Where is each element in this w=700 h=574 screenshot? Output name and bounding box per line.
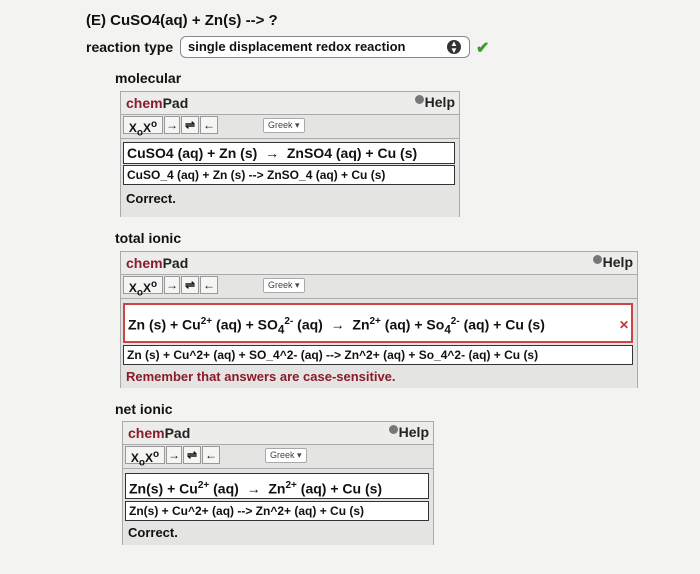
select-arrows-icon: ▲ ▼	[447, 40, 461, 55]
help-icon	[388, 425, 398, 434]
status-message: Correct.	[126, 191, 176, 206]
help-button[interactable]: Help	[414, 94, 455, 110]
chempad-title: chemPad	[128, 425, 191, 441]
equation-input[interactable]: Zn(s) + Cu2+ (aq) → Zn2+ (aq) + Cu (s)	[125, 473, 429, 499]
arrow-button[interactable]: →	[166, 446, 182, 464]
equilibrium-button[interactable]: ⇌	[183, 446, 201, 464]
back-arrow-button[interactable]: ←	[200, 276, 218, 294]
equation-text: CuSO_4 (aq) + Zn (s) --> ZnSO_4 (aq) + C…	[123, 165, 455, 185]
help-icon	[414, 95, 424, 104]
subsup-button[interactable]: XoXo	[123, 276, 163, 298]
equation-input[interactable]: CuSO4 (aq) + Zn (s) → ZnSO4 (aq) + Cu (s…	[123, 142, 455, 164]
chempad-total-ionic: chemPad Help XoXo → ⇌ ← Greek ▾ Zn (s) +…	[120, 251, 638, 388]
chempad-header: chemPad Help	[123, 422, 433, 445]
reaction-type-label: reaction type	[86, 39, 174, 55]
back-arrow-button[interactable]: ←	[202, 446, 220, 464]
molecular-label: molecular	[115, 70, 182, 86]
chempad-area: Zn (s) + Cu2+ (aq) + SO42- (aq) → Zn2+ (…	[121, 298, 637, 388]
subsup-button[interactable]: XoXo	[125, 446, 165, 468]
chempad-area: Zn(s) + Cu2+ (aq) → Zn2+ (aq) + Cu (s) Z…	[123, 468, 433, 545]
chempad-title: chemPad	[126, 255, 189, 271]
reaction-type-value: single displacement redox reaction	[188, 39, 406, 54]
chempad-molecular: chemPad Help XoXo → ⇌ ← Greek ▾ CuSO4 (a…	[120, 91, 460, 217]
status-message: Correct.	[128, 525, 178, 540]
arrow-button[interactable]: →	[164, 116, 180, 134]
equation-input[interactable]: Zn (s) + Cu2+ (aq) + SO42- (aq) → Zn2+ (…	[123, 303, 633, 343]
chempad-toolbar: XoXo → ⇌ ← Greek ▾	[125, 446, 431, 468]
greek-dropdown[interactable]: Greek ▾	[265, 448, 307, 463]
equation-text: Zn (s) + Cu^2+ (aq) + SO_4^2- (aq) --> Z…	[123, 345, 633, 365]
chempad-net-ionic: chemPad Help XoXo → ⇌ ← Greek ▾ Zn(s) + …	[122, 421, 434, 545]
chempad-header: chemPad Help	[121, 92, 459, 115]
chempad-area: CuSO4 (aq) + Zn (s) → ZnSO4 (aq) + Cu (s…	[121, 138, 459, 217]
check-icon: ✔	[476, 40, 490, 57]
net-ionic-label: net ionic	[115, 401, 173, 417]
help-button[interactable]: Help	[388, 424, 429, 440]
help-icon	[592, 255, 602, 264]
status-message: Remember that answers are case-sensitive…	[126, 369, 396, 384]
arrow-button[interactable]: →	[164, 276, 180, 294]
back-arrow-button[interactable]: ←	[200, 116, 218, 134]
error-x-icon: ✕	[618, 318, 629, 332]
chempad-toolbar: XoXo → ⇌ ← Greek ▾	[123, 116, 457, 138]
chempad-header: chemPad Help	[121, 252, 637, 275]
help-button[interactable]: Help	[592, 254, 633, 270]
subsup-button[interactable]: XoXo	[123, 116, 163, 138]
greek-dropdown[interactable]: Greek ▾	[263, 278, 305, 293]
total-ionic-label: total ionic	[115, 230, 182, 246]
chempad-title: chemPad	[126, 95, 189, 111]
equation-text: Zn(s) + Cu^2+ (aq) --> Zn^2+ (aq) + Cu (…	[125, 501, 429, 521]
equilibrium-button[interactable]: ⇌	[181, 116, 199, 134]
greek-dropdown[interactable]: Greek ▾	[263, 118, 305, 133]
reaction-type-select[interactable]: single displacement redox reaction ▲ ▼	[180, 36, 470, 58]
question-title: (E) CuSO4(aq) + Zn(s) --> ?	[86, 12, 278, 29]
equilibrium-button[interactable]: ⇌	[181, 276, 199, 294]
chempad-toolbar: XoXo → ⇌ ← Greek ▾	[123, 276, 635, 298]
